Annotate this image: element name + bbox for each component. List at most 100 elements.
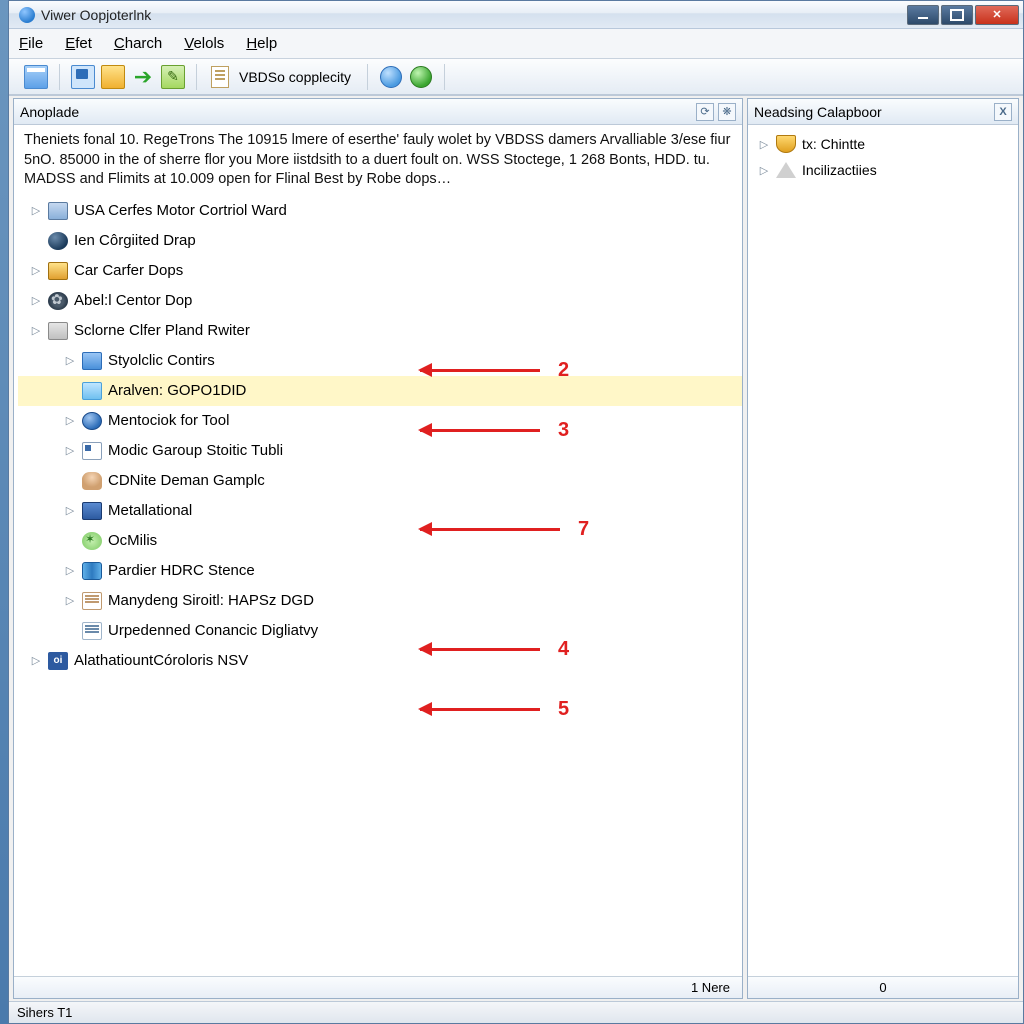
tree-item[interactable]: Car Carfer Dops xyxy=(18,256,742,286)
tree-item-label: AlathatiountCóroloris NSV xyxy=(74,652,248,669)
expand-icon[interactable] xyxy=(30,325,42,337)
menu-velols[interactable]: Velols xyxy=(184,35,224,52)
left-pane-description: Theniets fonal 10. RegeTrons The 10915 l… xyxy=(14,125,742,194)
doc-icon xyxy=(82,592,102,610)
right-pane-footer: 0 xyxy=(748,976,1018,998)
tree-item-label: Incilizactiies xyxy=(802,162,877,178)
toolbar-play-icon[interactable] xyxy=(410,66,432,88)
toolbar-folder-icon[interactable] xyxy=(101,65,125,89)
toolbar-edit-icon[interactable] xyxy=(161,65,185,89)
toolbar-page-icon[interactable] xyxy=(211,66,229,88)
right-pane-header: Neadsing Calapboor X xyxy=(748,99,1018,125)
toolbar-window-icon[interactable] xyxy=(24,65,48,89)
expand-icon[interactable] xyxy=(758,138,770,150)
oi-icon: oi xyxy=(48,652,68,670)
expand-icon[interactable] xyxy=(758,164,770,176)
tree-item-label: Sclorne Clfer Pland Rwiter xyxy=(74,322,250,339)
tree-item-label: Mentociok for Tool xyxy=(108,412,229,429)
statusbar: Sihers T1 xyxy=(9,1001,1023,1023)
window-buttons xyxy=(907,5,1019,25)
right-footer-text: 0 xyxy=(879,980,886,995)
tree-item[interactable]: Sclorne Clfer Pland Rwiter xyxy=(18,316,742,346)
expand-icon[interactable] xyxy=(30,295,42,307)
menu-charch[interactable]: Charch xyxy=(114,35,162,52)
book-icon xyxy=(82,502,102,520)
annotation-arrow: 5 xyxy=(420,698,569,721)
tree-item[interactable]: Urpedenned Conancic Digliatvy xyxy=(18,616,742,646)
tree-item[interactable]: oi AlathatiountCóroloris NSV xyxy=(18,646,742,676)
toolbar-separator xyxy=(59,64,60,90)
right-pane-title: Neadsing Calapboor xyxy=(754,104,882,120)
expand-icon[interactable] xyxy=(30,205,42,217)
titlebar: Viwer Oopjoterlnk xyxy=(9,1,1023,29)
tree-item-label: Aralven: GOPO1DID xyxy=(108,382,246,399)
tree-item[interactable]: Manydeng Siroitl: HAPSz DGD xyxy=(18,586,742,616)
usa-icon xyxy=(48,202,68,220)
menu-file[interactable]: File xyxy=(19,35,43,52)
tree-item-label: OcMilis xyxy=(108,532,157,549)
tree-item-label: Pardier HDRC Stence xyxy=(108,562,255,579)
expand-icon[interactable] xyxy=(64,565,76,577)
tree-item-label: CDNite Deman Gamplc xyxy=(108,472,265,489)
tree-item[interactable]: CDNite Deman Gamplc xyxy=(18,466,742,496)
cyl-icon xyxy=(82,562,102,580)
maximize-button[interactable] xyxy=(941,5,973,25)
menu-help[interactable]: Help xyxy=(246,35,277,52)
pane-options-button[interactable]: ❋ xyxy=(718,103,736,121)
tree-item-label: Metallational xyxy=(108,502,192,519)
person-icon xyxy=(82,472,102,490)
tree-item[interactable]: Modic Garoup Stoitic Tubli xyxy=(18,436,742,466)
blue-icon xyxy=(82,352,102,370)
right-tree[interactable]: tx: Chintte Incilizactiies xyxy=(748,125,1018,189)
left-tree[interactable]: USA Cerfes Motor Cortriol WardIen Côrgii… xyxy=(14,194,742,976)
tree-item[interactable]: Pardier HDRC Stence xyxy=(18,556,742,586)
tree-item[interactable]: Incilizactiies xyxy=(752,157,1014,183)
annotation-number: 5 xyxy=(558,698,569,721)
gear-icon xyxy=(48,292,68,310)
minimize-button[interactable] xyxy=(907,5,939,25)
right-pane-close-button[interactable]: X xyxy=(994,103,1012,121)
close-button[interactable] xyxy=(975,5,1019,25)
tree-item-label: tx: Chintte xyxy=(802,136,865,152)
tree-item-label: Car Carfer Dops xyxy=(74,262,183,279)
toolbar-label[interactable]: VBDSo copplecity xyxy=(239,69,351,85)
toolbar-globe-icon[interactable] xyxy=(380,66,402,88)
warn-icon xyxy=(776,162,796,178)
tree-item[interactable]: USA Cerfes Motor Cortriol Ward xyxy=(18,196,742,226)
left-pane-footer: 1 Nere xyxy=(14,976,742,998)
greenx-icon xyxy=(82,532,102,550)
expand-icon[interactable] xyxy=(30,655,42,667)
tree-item[interactable]: OcMilis xyxy=(18,526,742,556)
globe-bl-icon xyxy=(82,412,102,430)
doc2-icon xyxy=(82,622,102,640)
panel-icon xyxy=(48,322,68,340)
left-pane-title: Anoplade xyxy=(20,104,79,120)
tree-item[interactable]: Metallational xyxy=(18,496,742,526)
menu-efet[interactable]: Efet xyxy=(65,35,92,52)
toolbar-arrow-icon[interactable]: ➔ xyxy=(131,65,155,89)
window-title: Viwer Oopjoterlnk xyxy=(41,7,907,23)
app-icon xyxy=(19,7,35,23)
expand-icon[interactable] xyxy=(30,265,42,277)
right-pane: Neadsing Calapboor X tx: Chintte Inciliza… xyxy=(747,98,1019,999)
app-window: Viwer Oopjoterlnk File Efet Charch Velol… xyxy=(8,0,1024,1024)
toolbar: ➔ VBDSo copplecity xyxy=(9,59,1023,95)
toolbar-monitor-icon[interactable] xyxy=(71,65,95,89)
expand-icon[interactable] xyxy=(64,355,76,367)
tree-item[interactable]: Mentociok for Tool xyxy=(18,406,742,436)
expand-icon[interactable] xyxy=(64,415,76,427)
expand-icon[interactable] xyxy=(64,505,76,517)
workarea: Anoplade ⟳ ❋ Theniets fonal 10. RegeTron… xyxy=(9,95,1023,1001)
pane-refresh-button[interactable]: ⟳ xyxy=(696,103,714,121)
expand-icon[interactable] xyxy=(64,595,76,607)
tree-item[interactable]: tx: Chintte xyxy=(752,131,1014,157)
tree-item[interactable]: Styolclic Contirs xyxy=(18,346,742,376)
tree-item-label: Manydeng Siroitl: HAPSz DGD xyxy=(108,592,314,609)
left-pane-header: Anoplade ⟳ ❋ xyxy=(14,99,742,125)
expand-icon[interactable] xyxy=(64,445,76,457)
globe-dk-icon xyxy=(48,232,68,250)
tree-item[interactable]: Abel:l Centor Dop xyxy=(18,286,742,316)
toolbar-separator xyxy=(367,64,368,90)
tree-item[interactable]: Aralven: GOPO1DID xyxy=(18,376,742,406)
tree-item[interactable]: Ien Côrgiited Drap xyxy=(18,226,742,256)
